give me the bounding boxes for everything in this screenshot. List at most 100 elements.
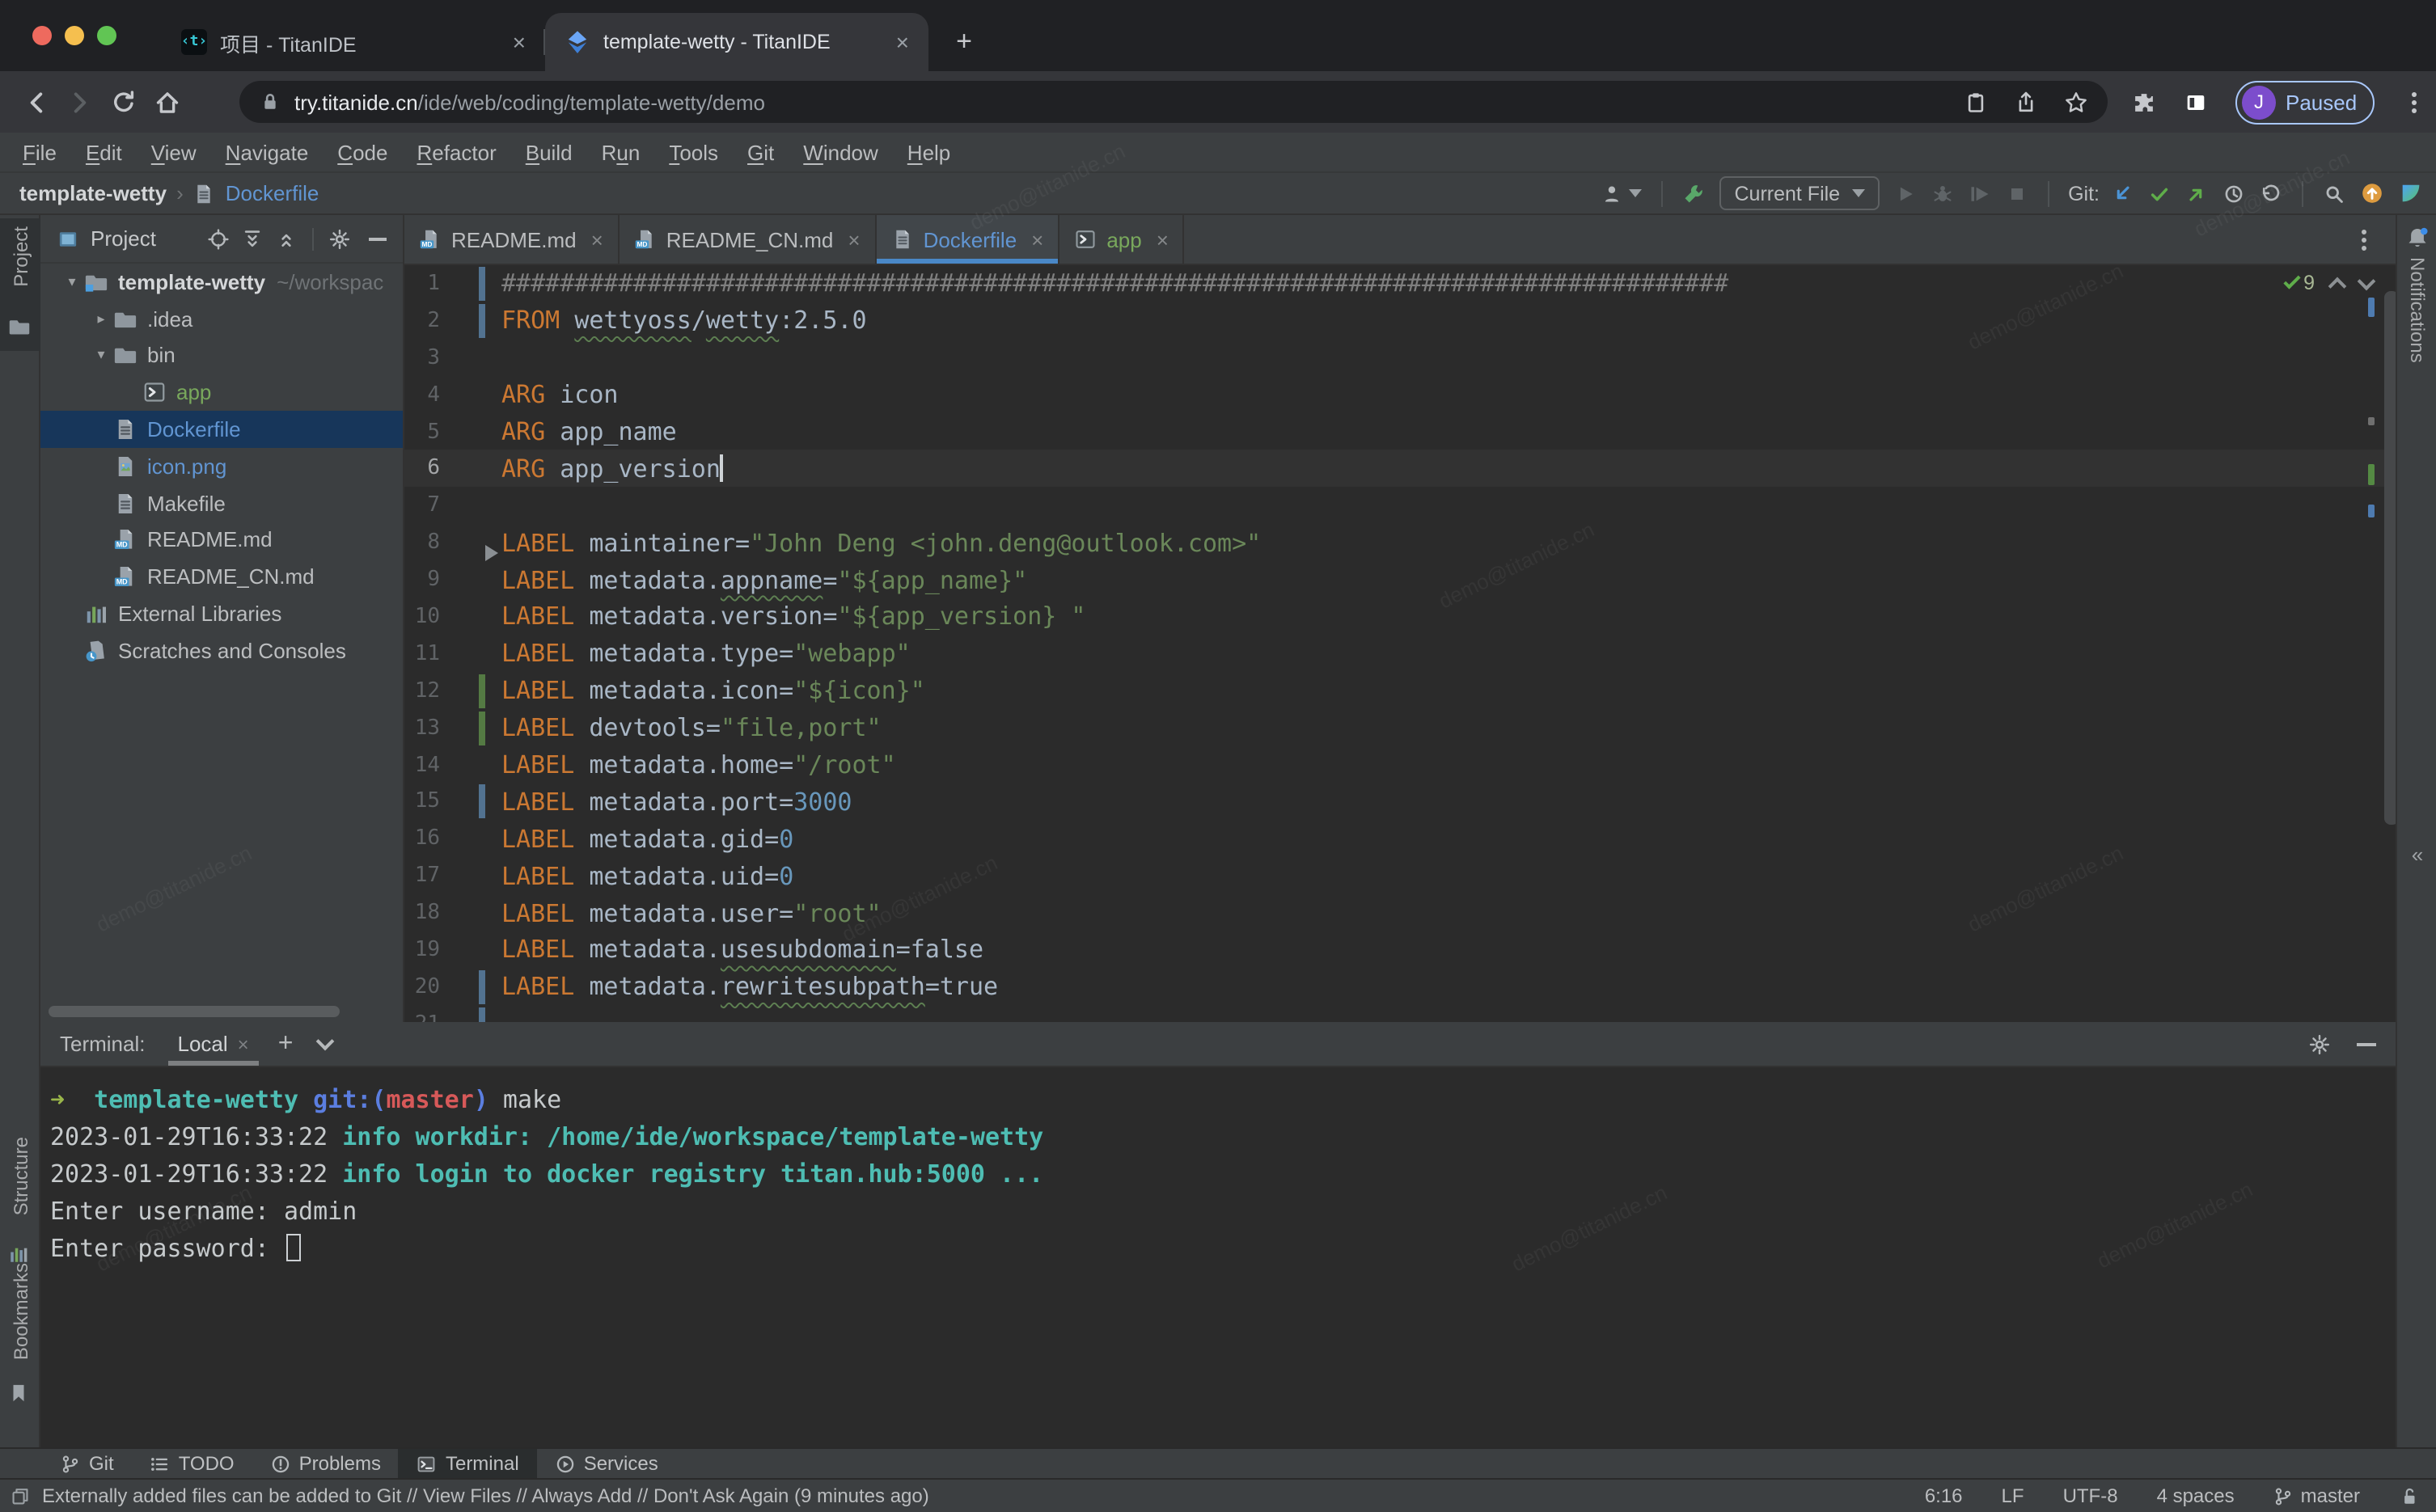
code-line-16[interactable]: 16LABEL metadata.gid=0 (404, 821, 2396, 858)
git-update-icon[interactable] (2111, 182, 2134, 205)
indent-setting[interactable]: 4 spaces (2157, 1485, 2235, 1507)
event-log-icon[interactable] (10, 1485, 31, 1506)
code-line-7[interactable]: 7 (404, 488, 2396, 525)
git-push-icon[interactable] (2185, 182, 2208, 205)
clipboard-icon[interactable] (1964, 90, 1988, 114)
code-line-10[interactable]: 10LABEL metadata.version="${app_version}… (404, 598, 2396, 636)
code-line-4[interactable]: 4ARG icon (404, 376, 2396, 413)
tree-chevron-icon[interactable]: ▾ (89, 347, 113, 365)
search-everywhere-icon[interactable] (2323, 182, 2345, 205)
terminal-dropdown-icon[interactable] (316, 1032, 335, 1050)
prev-problem-icon[interactable] (2328, 277, 2347, 296)
tab-close-icon[interactable]: × (1031, 227, 1043, 251)
tool-window-problems[interactable]: Problems (252, 1449, 399, 1478)
history-icon[interactable] (2222, 182, 2245, 205)
editor-tab-dockerfile[interactable]: Dockerfile× (877, 215, 1060, 264)
code-line-9[interactable]: 9LABEL metadata.appname="${app_name}" (404, 561, 2396, 598)
terminal-output[interactable]: ➜ template-wetty git:(master) make2023-0… (40, 1067, 2396, 1266)
git-branch-widget[interactable]: master (2273, 1485, 2360, 1507)
bookmark-star-icon[interactable] (2064, 90, 2088, 114)
tool-stripe-notifications[interactable]: Notifications (2397, 257, 2436, 368)
browser-tab-1[interactable]: ‹t›项目 - TitanIDE× (162, 13, 545, 71)
menu-window[interactable]: Window (789, 140, 893, 164)
window-maximize-button[interactable] (97, 26, 116, 45)
rollback-icon[interactable] (2260, 182, 2282, 205)
home-icon[interactable] (154, 88, 181, 116)
address-bar[interactable]: try.titanide.cn/ide/web/coding/template-… (239, 81, 2108, 123)
tree-item-dockerfile[interactable]: Dockerfile (40, 411, 403, 448)
tab-close-icon[interactable]: × (848, 227, 860, 251)
code-editor[interactable]: 1#######################################… (404, 265, 2396, 1022)
reload-icon[interactable] (110, 88, 137, 116)
menu-help[interactable]: Help (893, 140, 966, 164)
tab-close-icon[interactable]: × (893, 29, 912, 55)
run-icon[interactable] (1893, 182, 1916, 205)
terminal-tab-close-icon[interactable]: × (238, 1033, 249, 1055)
code-line-5[interactable]: 5ARG app_name (404, 413, 2396, 450)
file-encoding[interactable]: UTF-8 (2063, 1485, 2118, 1507)
status-message[interactable]: Externally added files can be added to G… (10, 1485, 929, 1507)
code-line-20[interactable]: 20LABEL metadata.rewritesubpath=true (404, 969, 2396, 1006)
tab-close-icon[interactable]: × (1157, 227, 1169, 251)
forward-icon[interactable] (66, 88, 94, 116)
code-line-13[interactable]: 13LABEL devtools="file,port" (404, 709, 2396, 746)
next-problem-icon[interactable] (2358, 272, 2376, 291)
lock-icon[interactable] (259, 91, 281, 113)
tree-chevron-icon[interactable]: ▸ (89, 310, 113, 327)
tool-window-services[interactable]: Services (537, 1449, 676, 1478)
project-panel-hscrollbar[interactable] (49, 1006, 340, 1017)
collapse-all-icon[interactable] (275, 227, 298, 250)
build-icon[interactable] (1683, 182, 1706, 205)
structure-stripe-icon[interactable] (8, 1244, 29, 1265)
tool-stripe-structure[interactable]: Structure (0, 1137, 40, 1220)
editor-tab-readme-md[interactable]: MDREADME.md× (404, 215, 620, 264)
tree-item-readme-md[interactable]: MDREADME.md (40, 522, 403, 559)
tree-item-bin[interactable]: ▾bin (40, 337, 403, 374)
side-panel-icon[interactable] (2184, 90, 2208, 114)
run-gutter-icon[interactable] (485, 545, 498, 561)
share-icon[interactable] (2014, 90, 2038, 114)
tree-item-external-libraries[interactable]: External Libraries (40, 595, 403, 632)
new-tab-button[interactable]: + (945, 23, 983, 61)
window-minimize-button[interactable] (65, 26, 84, 45)
tool-window-terminal[interactable]: Terminal (399, 1449, 537, 1478)
code-line-17[interactable]: 17LABEL metadata.uid=0 (404, 858, 2396, 895)
menu-run[interactable]: Run (587, 140, 655, 164)
hide-stripe-chevrons-icon[interactable]: « (2397, 843, 2436, 867)
line-separator[interactable]: LF (2002, 1485, 2024, 1507)
window-close-button[interactable] (32, 26, 52, 45)
code-line-2[interactable]: 2FROM wettyoss/wetty:2.5.0 (404, 302, 2396, 340)
git-commit-icon[interactable] (2148, 182, 2171, 205)
menu-git[interactable]: Git (733, 140, 789, 164)
hide-panel-icon[interactable] (369, 237, 387, 240)
tree-item--idea[interactable]: ▸.idea (40, 301, 403, 338)
unlock-icon[interactable] (2399, 1485, 2420, 1506)
menu-tools[interactable]: Tools (654, 140, 733, 164)
browser-menu-icon[interactable] (2412, 99, 2417, 104)
profile-button[interactable]: J Paused (2235, 80, 2375, 124)
url-text[interactable]: try.titanide.cn/ide/web/coding/template-… (294, 90, 1964, 114)
code-line-12[interactable]: 12LABEL metadata.icon="${icon}" (404, 673, 2396, 710)
select-opened-file-icon[interactable] (207, 227, 230, 250)
code-line-21[interactable]: 21 (404, 1006, 2396, 1022)
tree-item-scratches-and-consoles[interactable]: Scratches and Consoles (40, 632, 403, 669)
menu-code[interactable]: Code (323, 140, 402, 164)
breadcrumb-project[interactable]: template-wetty (19, 181, 167, 205)
menu-refactor[interactable]: Refactor (402, 140, 510, 164)
tool-stripe-project[interactable]: Project (0, 226, 40, 292)
tree-item-makefile[interactable]: Makefile (40, 485, 403, 522)
new-terminal-icon[interactable]: + (278, 1029, 294, 1058)
tree-item-readme-cn-md[interactable]: MDREADME_CN.md (40, 559, 403, 596)
tool-stripe-bookmarks[interactable]: Bookmarks (0, 1263, 40, 1365)
code-line-6[interactable]: 6ARG app_version (404, 450, 2396, 488)
code-line-19[interactable]: 19LABEL metadata.usesubdomain=false (404, 931, 2396, 969)
expand-all-icon[interactable] (241, 227, 264, 250)
editor-tab-options-icon[interactable] (2362, 238, 2366, 243)
code-line-15[interactable]: 15LABEL metadata.port=3000 (404, 783, 2396, 821)
code-line-18[interactable]: 18LABEL metadata.user="root" (404, 894, 2396, 931)
tool-window-todo[interactable]: TODO (132, 1449, 252, 1478)
menu-build[interactable]: Build (511, 140, 587, 164)
inspections-widget[interactable]: 9 (2284, 272, 2373, 294)
editor-tab-readme-cn-md[interactable]: MDREADME_CN.md× (620, 215, 877, 264)
code-line-11[interactable]: 11LABEL metadata.type="webapp" (404, 636, 2396, 673)
